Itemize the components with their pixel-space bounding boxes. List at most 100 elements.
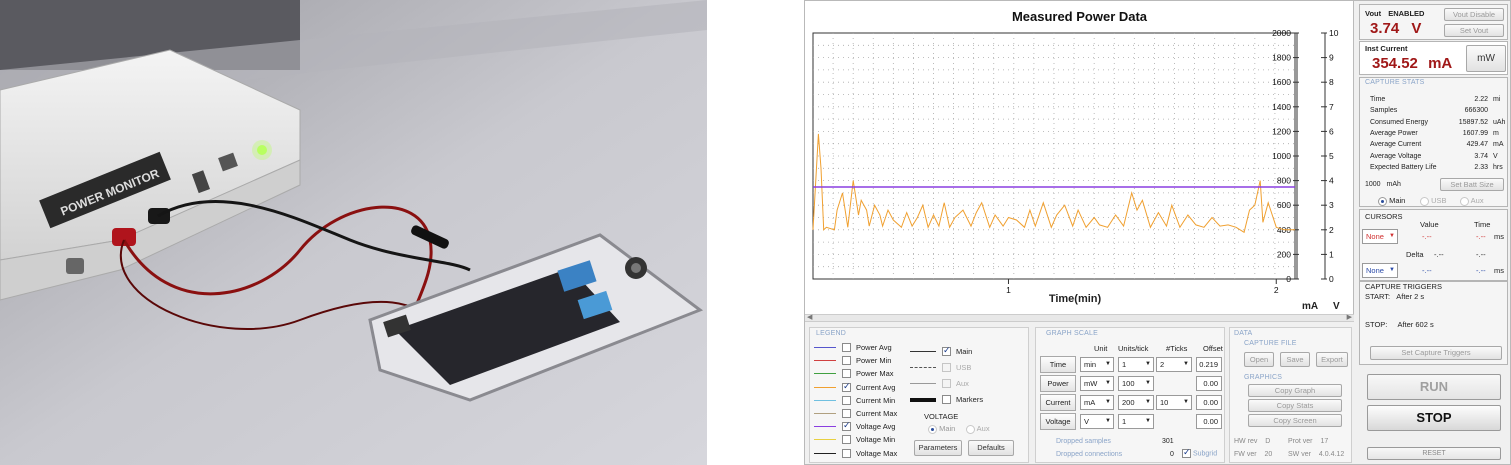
stop-button[interactable]: STOP: [1367, 405, 1501, 431]
voltage-aux-radio[interactable]: [966, 424, 975, 434]
legend-row[interactable]: Voltage Max: [814, 448, 914, 460]
source-usb-option[interactable]: USB: [1420, 196, 1447, 206]
run-button[interactable]: RUN: [1367, 374, 1501, 400]
unit-select[interactable]: min ▼: [1080, 357, 1114, 372]
usb-channel-checkbox[interactable]: [942, 363, 951, 372]
trigger-stop-value: After 602 s: [1397, 320, 1434, 329]
open-button[interactable]: Open: [1244, 352, 1274, 367]
set-vout-button[interactable]: Set Vout: [1444, 24, 1504, 37]
save-button[interactable]: Save: [1280, 352, 1310, 367]
chevron-down-icon: ▼: [1105, 380, 1111, 386]
legend-row[interactable]: Voltage Avg: [814, 420, 914, 433]
scroll-right-icon[interactable]: ▶: [1347, 313, 1352, 321]
legend-checkbox[interactable]: [842, 381, 851, 392]
ticks-header: #Ticks: [1166, 344, 1188, 353]
source-aux-option[interactable]: Aux: [1460, 196, 1484, 206]
power-chart[interactable]: 0200400600800100012001400160018002000012…: [805, 1, 1354, 314]
ticks-select[interactable]: 2 ▼: [1156, 357, 1192, 372]
mw-toggle-button[interactable]: mW: [1466, 45, 1506, 72]
offset-input[interactable]: 0.00: [1196, 414, 1222, 429]
offset-input[interactable]: 0.00: [1196, 395, 1222, 410]
battery-size: 1000 mAh: [1365, 181, 1401, 188]
copy-graph-button[interactable]: Copy Graph: [1248, 384, 1342, 397]
voltage-aux-option[interactable]: Aux: [966, 424, 990, 434]
legend-checkbox[interactable]: [842, 409, 851, 418]
channel-main[interactable]: Main: [910, 345, 1030, 358]
scale-row-label[interactable]: Time: [1040, 356, 1076, 373]
markers-checkbox[interactable]: [942, 395, 951, 404]
legend-row[interactable]: Power Max: [814, 368, 914, 380]
source-main-option[interactable]: Main: [1378, 196, 1405, 206]
source-aux-radio[interactable]: [1460, 196, 1469, 206]
scroll-left-icon[interactable]: ◀: [807, 313, 812, 321]
subgrid-checkbox[interactable]: [1182, 447, 1191, 458]
subgrid-option[interactable]: Subgrid: [1182, 447, 1217, 458]
dashed-line-icon: [910, 367, 936, 368]
offset-input[interactable]: 0.219: [1196, 357, 1222, 372]
chevron-down-icon: ▼: [1145, 399, 1151, 405]
channel-aux[interactable]: Aux: [910, 378, 1030, 390]
thick-line-icon: [910, 398, 936, 402]
legend-row[interactable]: Current Max: [814, 408, 914, 420]
legend-row[interactable]: Current Avg: [814, 381, 914, 394]
export-button[interactable]: Export: [1316, 352, 1348, 367]
cursor-value-header: Value: [1420, 220, 1439, 229]
offset-input[interactable]: 0.00: [1196, 376, 1222, 391]
stat-unit: mA: [1493, 141, 1504, 149]
source-usb-radio[interactable]: [1420, 196, 1429, 206]
unit-select[interactable]: mW ▼: [1080, 376, 1114, 391]
set-batt-size-button[interactable]: Set Batt Size: [1440, 178, 1504, 191]
ticks-select[interactable]: 10 ▼: [1156, 395, 1192, 410]
legend-checkbox[interactable]: [842, 435, 851, 445]
cursor-time-header: Time: [1474, 220, 1491, 229]
channel-markers[interactable]: Markers: [910, 394, 1030, 406]
voltage-main-option[interactable]: Main: [928, 424, 955, 434]
legend-checkbox[interactable]: [842, 395, 851, 405]
dropped-samples-label: Dropped samples: [1056, 438, 1111, 445]
inst-current-unit: mA: [1428, 55, 1453, 72]
hw-rev: HW rev D: [1234, 438, 1270, 445]
legend-checkbox[interactable]: [842, 343, 851, 352]
legend-checkbox[interactable]: [842, 369, 851, 379]
source-main-radio[interactable]: [1378, 196, 1387, 206]
legend-checkbox[interactable]: [842, 356, 851, 366]
units-tick-select[interactable]: 200 ▼: [1118, 395, 1154, 410]
x-axis-label: Time(min): [1048, 293, 1102, 305]
scale-row-label[interactable]: Power: [1040, 375, 1076, 392]
vout-disable-button[interactable]: Vout Disable: [1444, 8, 1504, 21]
defaults-button[interactable]: Defaults: [968, 440, 1014, 456]
copy-stats-button[interactable]: Copy Stats: [1248, 399, 1342, 412]
legend-row[interactable]: Current Min: [814, 395, 914, 407]
legend-row[interactable]: Voltage Min: [814, 434, 914, 446]
units-tick-select[interactable]: 1 ▼: [1118, 357, 1154, 372]
main-channel-checkbox[interactable]: [942, 345, 951, 356]
aux-channel-checkbox[interactable]: [942, 379, 951, 388]
vout-value: 3.74: [1370, 20, 1400, 37]
cursor1-select[interactable]: None ▼: [1362, 229, 1398, 244]
cursor1-time: -.--: [1476, 232, 1486, 241]
cursor2-select[interactable]: None ▼: [1362, 263, 1398, 278]
units-tick-select[interactable]: 1 ▼: [1118, 414, 1154, 429]
legend-checkbox[interactable]: [842, 420, 851, 432]
trigger-start-label: START:: [1365, 292, 1391, 301]
scale-row-label[interactable]: Voltage: [1040, 413, 1076, 430]
copy-screen-button[interactable]: Copy Screen: [1248, 414, 1342, 427]
voltage-main-radio[interactable]: [928, 424, 937, 434]
stat-unit: V: [1493, 152, 1498, 160]
scale-row-label[interactable]: Current: [1040, 394, 1076, 411]
legend-checkbox[interactable]: [842, 448, 851, 458]
cursor2-select-value: None: [1366, 266, 1384, 275]
inst-current-label: Inst Current: [1365, 44, 1408, 53]
legend-row[interactable]: Power Avg: [814, 342, 914, 354]
unit-select[interactable]: mA ▼: [1080, 395, 1114, 410]
units-tick-select[interactable]: 100 ▼: [1118, 376, 1154, 391]
graph-horizontal-scrollbar[interactable]: ◀ ▶: [805, 314, 1354, 322]
legend-row[interactable]: Power Min: [814, 355, 914, 367]
unit-select-value: mA: [1084, 398, 1096, 407]
set-capture-triggers-button[interactable]: Set Capture Triggers: [1370, 346, 1502, 360]
parameters-button[interactable]: Parameters: [914, 440, 962, 456]
unit-select[interactable]: V ▼: [1080, 414, 1114, 429]
channel-usb[interactable]: USB: [910, 362, 1030, 374]
reset-button[interactable]: RESET: [1367, 447, 1501, 460]
stat-label: Time: [1370, 96, 1386, 103]
